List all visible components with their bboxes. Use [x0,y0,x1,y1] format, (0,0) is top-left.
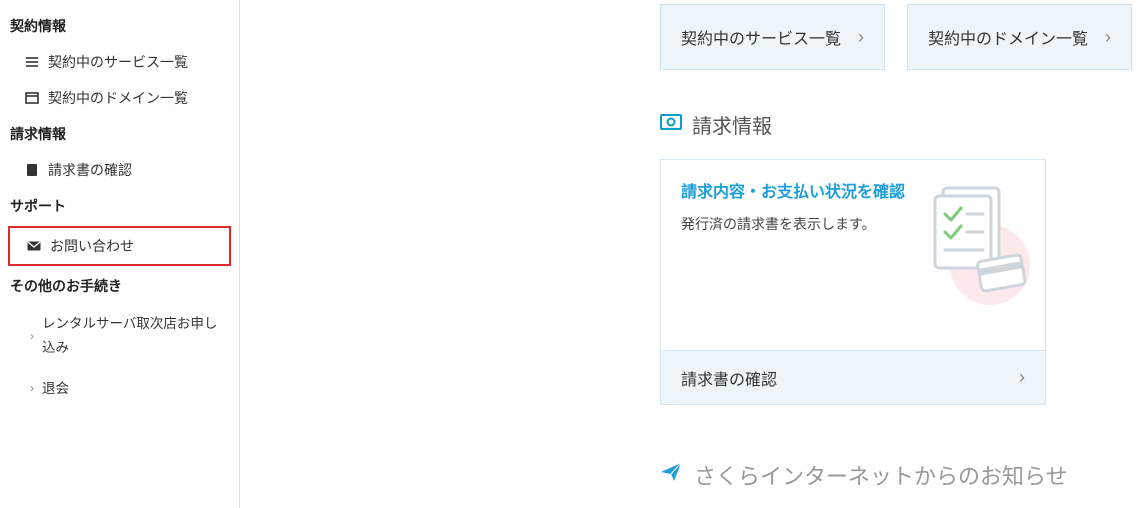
document-icon [24,162,40,178]
billing-card-body: 請求内容・お支払い状況を確認 発行済の請求書を表示します。 [661,160,1045,350]
sidebar-item-services[interactable]: 契約中のサービス一覧 [0,44,239,80]
chevron-right-icon: › [1019,367,1025,388]
sidebar-section-billing: 請求情報 [0,116,239,152]
sidebar-highlight: お問い合わせ [8,226,231,266]
main-content: 契約中のサービス一覧 › 契約中のドメイン一覧 › 請求情報 請求内容・お支払い… [240,0,1144,508]
sidebar-item-contact[interactable]: お問い合わせ [10,228,229,264]
top-link-row: 契約中のサービス一覧 › 契約中のドメイン一覧 › [240,4,1132,70]
section-news-header: さくらインターネットからのお知らせ [660,459,1144,491]
sidebar: 契約情報 契約中のサービス一覧 契約中のドメイン一覧 請求情報 請求書の確認 サ… [0,0,240,508]
envelope-icon [26,238,42,254]
chevron-right-icon: › [30,378,34,400]
sidebar-item-withdraw[interactable]: › 退会 [0,369,239,409]
section-billing-header: 請求情報 [660,110,1144,139]
card-services-link[interactable]: 契約中のサービス一覧 › [660,4,885,70]
chevron-right-icon: › [858,27,864,48]
card-footer-label: 請求書の確認 [681,366,777,390]
sidebar-item-rental[interactable]: › レンタルサーバ取次店お申し込み [0,304,239,369]
sidebar-item-label: 請求書の確認 [48,160,132,180]
chevron-right-icon: › [30,326,34,348]
billing-card: 請求内容・お支払い状況を確認 発行済の請求書を表示します。 [660,159,1046,405]
chevron-right-icon: › [1105,27,1111,48]
window-icon [24,90,40,106]
money-icon [660,113,682,136]
card-domains-link[interactable]: 契約中のドメイン一覧 › [907,4,1132,70]
paper-plane-icon [660,461,682,489]
sidebar-item-label: 契約中のドメイン一覧 [48,88,188,108]
sidebar-item-label: お問い合わせ [50,236,134,256]
sidebar-item-label: 契約中のサービス一覧 [48,52,188,72]
section-title: 請求情報 [692,110,772,139]
sidebar-item-domains[interactable]: 契約中のドメイン一覧 [0,80,239,116]
card-label: 契約中のサービス一覧 [681,25,841,49]
sidebar-item-label: 退会 [42,377,69,401]
list-icon [24,54,40,70]
sidebar-item-invoice[interactable]: 請求書の確認 [0,152,239,188]
sidebar-item-label: レンタルサーバ取次店お申し込み [42,312,229,361]
invoice-illustration-icon [905,180,1035,310]
card-label: 契約中のドメイン一覧 [928,25,1088,49]
billing-card-footer-link[interactable]: 請求書の確認 › [661,350,1045,404]
sidebar-section-contract: 契約情報 [0,8,239,44]
sidebar-section-support: サポート [0,188,239,224]
sidebar-section-other: その他のお手続き [0,268,239,304]
section-title: さくらインターネットからのお知らせ [694,459,1068,491]
